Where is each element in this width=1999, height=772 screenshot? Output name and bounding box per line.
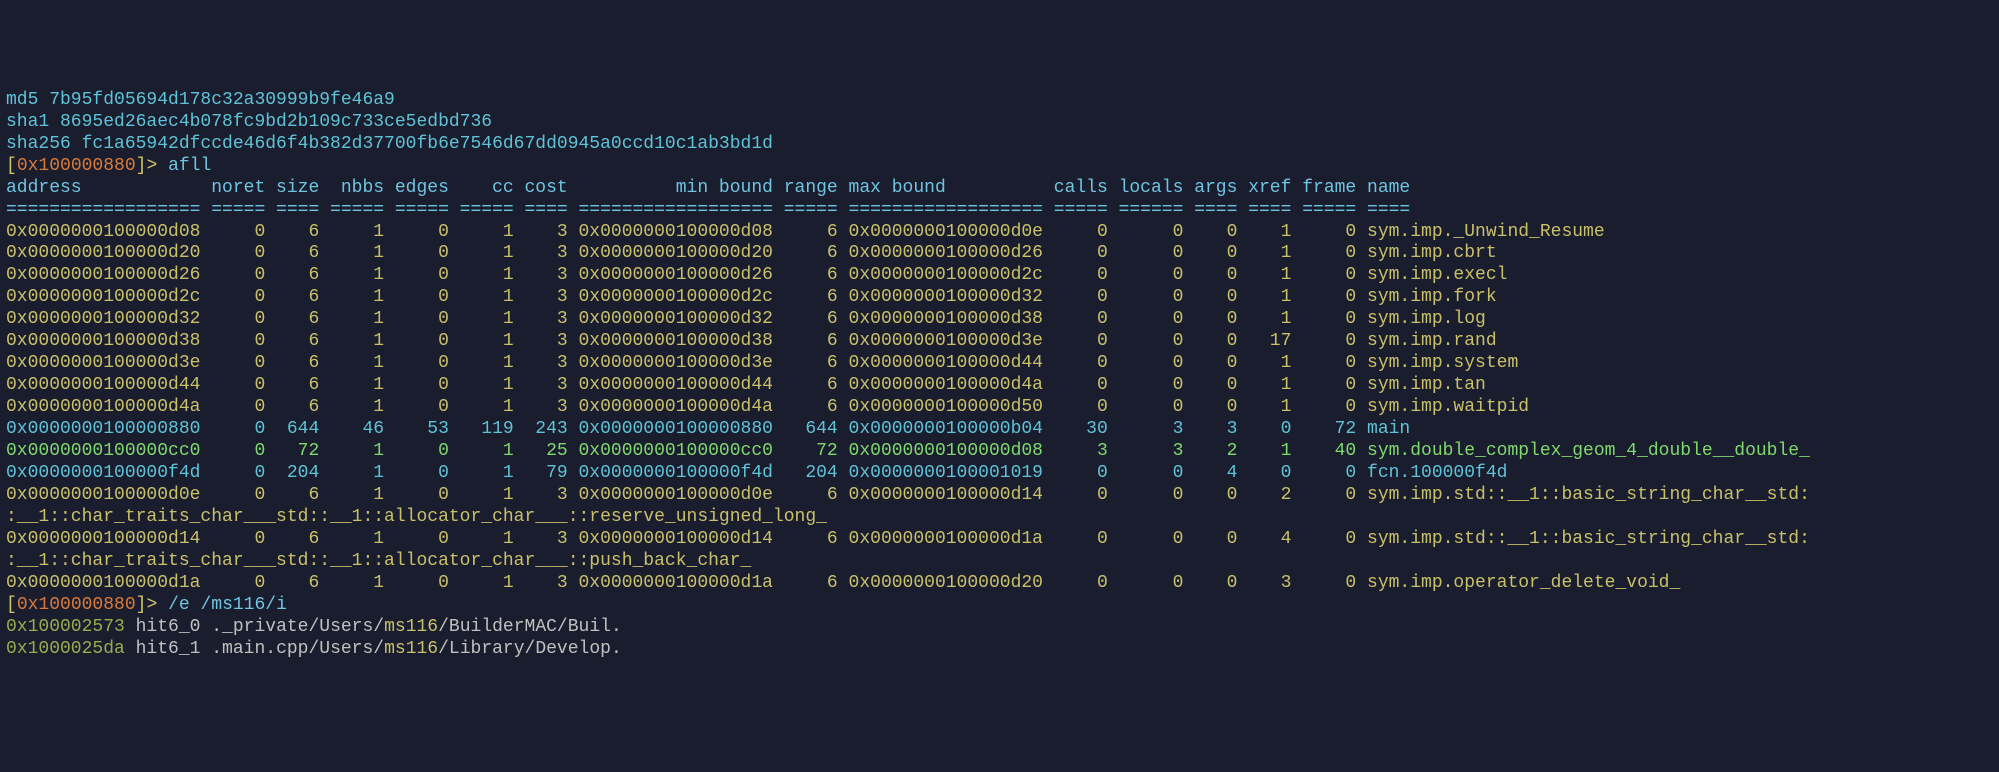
table-row-wrap: :__1::char_traits_char___std::__1::alloc… <box>6 551 751 571</box>
table-row: 0x0000000100000880 0 644 46 53 119 243 0… <box>6 419 1410 439</box>
table-row: 0x0000000100000d44 0 6 1 0 1 3 0x0000000… <box>6 375 1486 395</box>
table-row: 0x0000000100000d20 0 6 1 0 1 3 0x0000000… <box>6 243 1497 263</box>
table-row: 0x0000000100000d08 0 6 1 0 1 3 0x0000000… <box>6 222 1605 242</box>
hash-line: sha1 8695ed26aec4b078fc9bd2b109c733ce5ed… <box>6 112 492 132</box>
table-row-wrap: :__1::char_traits_char___std::__1::alloc… <box>6 507 827 527</box>
table-row: 0x0000000100000d2c 0 6 1 0 1 3 0x0000000… <box>6 287 1497 307</box>
table-row: 0x0000000100000d26 0 6 1 0 1 3 0x0000000… <box>6 265 1507 285</box>
table-row: 0x0000000100000d1a 0 6 1 0 1 3 0x0000000… <box>6 573 1680 593</box>
table-separator: ================== ===== ==== ===== ====… <box>6 200 1410 220</box>
table-row: 0x0000000100000d38 0 6 1 0 1 3 0x0000000… <box>6 331 1497 351</box>
prompt[interactable]: [0x100000880]> /e /ms116/i <box>6 595 287 615</box>
prompt[interactable]: [0x100000880]> afll <box>6 156 211 176</box>
table-row: 0x0000000100000d4a 0 6 1 0 1 3 0x0000000… <box>6 397 1529 417</box>
table-row: 0x0000000100000f4d 0 204 1 0 1 79 0x0000… <box>6 463 1507 483</box>
search-hit: 0x1000025da hit6_1 .main.cpp/Users/ms116… <box>6 639 622 659</box>
command-input[interactable]: afll <box>168 156 211 176</box>
table-row: 0x0000000100000cc0 0 72 1 0 1 25 0x00000… <box>6 441 1810 461</box>
table-row: 0x0000000100000d3e 0 6 1 0 1 3 0x0000000… <box>6 353 1518 373</box>
table-row: 0x0000000100000d0e 0 6 1 0 1 3 0x0000000… <box>6 485 1810 505</box>
table-header: address noret size nbbs edges cc cost mi… <box>6 178 1410 198</box>
table-row: 0x0000000100000d32 0 6 1 0 1 3 0x0000000… <box>6 309 1486 329</box>
command-input[interactable]: /e /ms116/i <box>168 595 287 615</box>
hash-line: sha256 fc1a65942dfccde46d6f4b382d37700fb… <box>6 134 773 154</box>
hash-line: md5 7b95fd05694d178c32a30999b9fe46a9 <box>6 90 395 110</box>
terminal-output: md5 7b95fd05694d178c32a30999b9fe46a9 sha… <box>6 90 1993 661</box>
search-hit: 0x100002573 hit6_0 ._private/Users/ms116… <box>6 617 622 637</box>
table-row: 0x0000000100000d14 0 6 1 0 1 3 0x0000000… <box>6 529 1810 549</box>
